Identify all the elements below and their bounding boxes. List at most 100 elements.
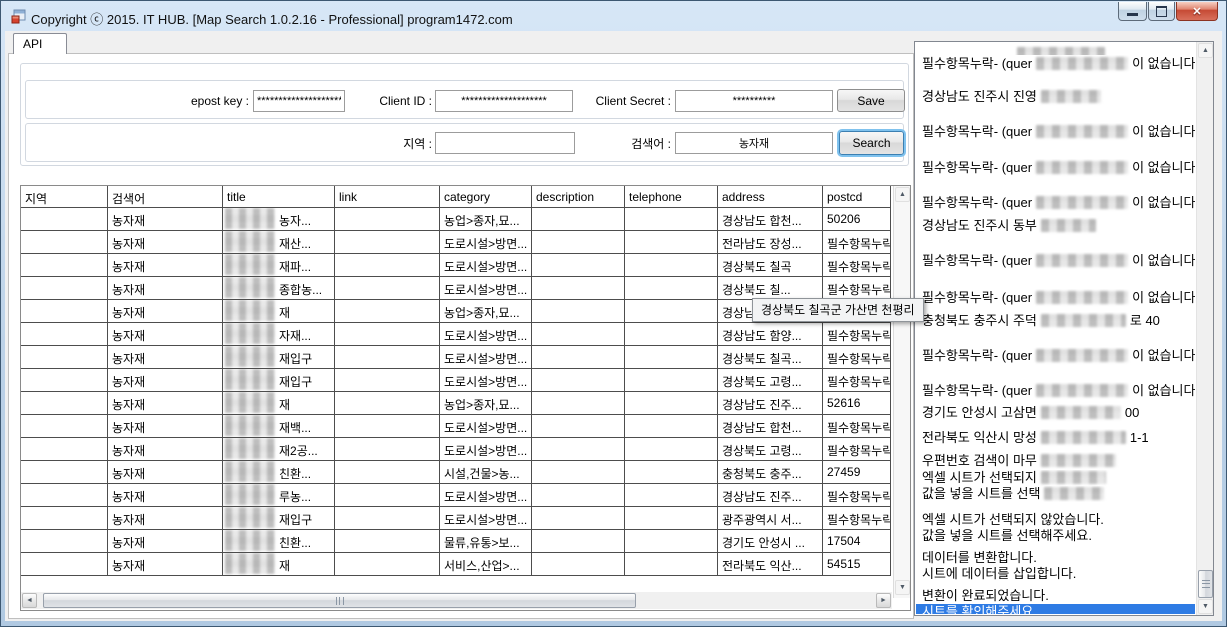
table-row[interactable]: 농자재재입구도로시설>방면...경상북도 칠곡...필수항목누락 — [21, 346, 892, 369]
table-row[interactable]: 농자재자재...도로시설>방면...경상남도 함양...필수항목누락 — [21, 323, 892, 346]
column-header-postcd[interactable]: postcd — [823, 186, 891, 208]
table-vertical-scrollbar[interactable]: ▲ ▼ — [893, 186, 910, 598]
table-cell-region[interactable] — [21, 438, 108, 461]
table-cell-region[interactable] — [21, 300, 108, 323]
table-cell-title[interactable]: 재산... — [223, 231, 335, 254]
table-cell-description[interactable] — [532, 208, 625, 231]
table-cell-link[interactable] — [335, 392, 440, 415]
table-cell-title[interactable]: 농자... — [223, 208, 335, 231]
table-cell-category[interactable]: 도로시설>방면... — [440, 369, 532, 392]
table-cell-postcd[interactable]: 필수항목누락 — [823, 415, 891, 438]
log-entry[interactable]: 경기도 안성시 고삼면00 — [916, 404, 1195, 422]
log-scroll-down-icon[interactable]: ▼ — [1198, 599, 1213, 614]
table-cell-telephone[interactable] — [625, 323, 718, 346]
table-cell-link[interactable] — [335, 254, 440, 277]
table-cell-telephone[interactable] — [625, 300, 718, 323]
table-cell-category[interactable]: 도로시설>방면... — [440, 231, 532, 254]
table-cell-link[interactable] — [335, 438, 440, 461]
table-cell-address[interactable]: 경상남도 합천... — [718, 415, 823, 438]
table-cell-keyword[interactable]: 농자재 — [108, 369, 223, 392]
log-entry[interactable]: 필수항목누락- (quer이 없습니다.). — [916, 382, 1195, 400]
table-cell-link[interactable] — [335, 507, 440, 530]
table-cell-keyword[interactable]: 농자재 — [108, 461, 223, 484]
table-row[interactable]: 농자재종합농...도로시설>방면...경상북도 칠...필수항목누락 — [21, 277, 892, 300]
log-entry[interactable]: 데이터를 변환합니다.시트에 데이터를 삽입합니다. — [916, 550, 1195, 582]
table-cell-address[interactable]: 경상북도 칠곡 — [718, 254, 823, 277]
table-cell-region[interactable] — [21, 254, 108, 277]
log-line[interactable]: 필수항목누락- (quer이 없습니다.). — [922, 347, 1195, 365]
table-cell-region[interactable] — [21, 530, 108, 553]
table-horizontal-scrollbar[interactable]: ◄ ► — [21, 592, 892, 609]
log-line[interactable]: 필수항목누락- (quer이 없습니다.). — [922, 55, 1195, 73]
table-cell-address[interactable]: 경상북도 칠... — [718, 277, 823, 300]
table-row[interactable]: 농자재재백...도로시설>방면...경상남도 합천...필수항목누락 — [21, 415, 892, 438]
column-header-category[interactable]: category — [440, 186, 532, 208]
log-entry[interactable]: 필수항목누락- (quer이 없습니다.). — [916, 55, 1195, 73]
log-line[interactable]: 시트를 확인해주세요. — [922, 604, 1195, 614]
column-header-description[interactable]: description — [532, 186, 625, 208]
log-scroll-up-icon[interactable]: ▲ — [1198, 43, 1213, 58]
table-cell-keyword[interactable]: 농자재 — [108, 208, 223, 231]
table-cell-description[interactable] — [532, 461, 625, 484]
table-cell-description[interactable] — [532, 438, 625, 461]
log-entry[interactable]: 우편번호 검색이 마무 — [916, 452, 1195, 470]
table-cell-keyword[interactable]: 농자재 — [108, 392, 223, 415]
column-header-link[interactable]: link — [335, 186, 440, 208]
table-cell-link[interactable] — [335, 530, 440, 553]
log-entry[interactable]: 시트를 확인해주세요. — [916, 604, 1195, 614]
table-cell-category[interactable]: 물류,유통>보... — [440, 530, 532, 553]
table-cell-link[interactable] — [335, 300, 440, 323]
table-cell-keyword[interactable]: 농자재 — [108, 438, 223, 461]
table-row[interactable]: 농자재재파...도로시설>방면...경상북도 칠곡필수항목누락 — [21, 254, 892, 277]
table-cell-category[interactable]: 도로시설>방면... — [440, 346, 532, 369]
table-cell-description[interactable] — [532, 231, 625, 254]
table-cell-address[interactable]: 경상남도 진주... — [718, 392, 823, 415]
table-cell-description[interactable] — [532, 254, 625, 277]
log-scroll-thumb[interactable] — [1198, 570, 1213, 598]
table-cell-title[interactable]: 재2공... — [223, 438, 335, 461]
table-cell-link[interactable] — [335, 484, 440, 507]
log-entry[interactable]: 경상남도 진주시 동부 — [916, 217, 1195, 235]
table-cell-keyword[interactable]: 농자재 — [108, 277, 223, 300]
table-cell-address[interactable]: 경상북도 칠곡... — [718, 346, 823, 369]
table-cell-description[interactable] — [532, 507, 625, 530]
table-cell-link[interactable] — [335, 231, 440, 254]
table-cell-region[interactable] — [21, 323, 108, 346]
table-cell-keyword[interactable]: 농자재 — [108, 415, 223, 438]
table-cell-category[interactable]: 시설,건물>농... — [440, 461, 532, 484]
table-cell-telephone[interactable] — [625, 231, 718, 254]
log-line[interactable]: 엑셀 시트가 선택되지 않았습니다. — [922, 512, 1195, 528]
table-cell-postcd[interactable]: 17504 — [823, 530, 891, 553]
table-cell-telephone[interactable] — [625, 438, 718, 461]
minimize-button[interactable] — [1118, 2, 1147, 21]
table-cell-category[interactable]: 도로시설>방면... — [440, 484, 532, 507]
table-cell-postcd[interactable]: 27459 — [823, 461, 891, 484]
log-line[interactable]: 경상남도 진주시 진영 — [922, 88, 1195, 106]
table-cell-description[interactable] — [532, 553, 625, 576]
table-cell-postcd[interactable]: 필수항목누락 — [823, 369, 891, 392]
table-cell-address[interactable]: 경상남도 합천... — [718, 208, 823, 231]
table-cell-telephone[interactable] — [625, 346, 718, 369]
table-cell-category[interactable]: 도로시설>방면... — [440, 277, 532, 300]
log-line[interactable]: 시트에 데이터를 삽입합니다. — [922, 566, 1195, 582]
log-entry[interactable] — [916, 45, 1195, 55]
table-cell-title[interactable]: 재입구 — [223, 346, 335, 369]
table-cell-postcd[interactable]: 필수항목누락 — [823, 438, 891, 461]
log-line[interactable]: 엑셀 시트가 선택되지 — [922, 470, 1195, 486]
table-cell-title[interactable]: 재 — [223, 392, 335, 415]
log-line[interactable]: 경기도 안성시 고삼면00 — [922, 404, 1195, 422]
log-entry[interactable]: 충청북도 충주시 주덕로 40 — [916, 312, 1195, 330]
log-line[interactable]: 필수항목누락- (quer이 없습니다.). — [922, 382, 1195, 400]
table-cell-description[interactable] — [532, 415, 625, 438]
table-cell-address[interactable]: 경상남도 진주... — [718, 484, 823, 507]
column-header-title[interactable]: title — [223, 186, 335, 208]
table-cell-postcd[interactable]: 필수항목누락 — [823, 277, 891, 300]
log-line[interactable]: 우편번호 검색이 마무 — [922, 452, 1195, 470]
table-cell-keyword[interactable]: 농자재 — [108, 553, 223, 576]
table-cell-postcd[interactable]: 필수항목누락 — [823, 231, 891, 254]
table-cell-keyword[interactable]: 농자재 — [108, 484, 223, 507]
log-entry[interactable]: 필수항목누락- (quer이 없습니다.). — [916, 123, 1195, 141]
client-id-input[interactable] — [435, 90, 573, 112]
log-entry[interactable]: 필수항목누락- (quer이 없습니다.). — [916, 159, 1195, 177]
log-entry[interactable]: 필수항목누락- (quer이 없습니다.). — [916, 252, 1195, 270]
